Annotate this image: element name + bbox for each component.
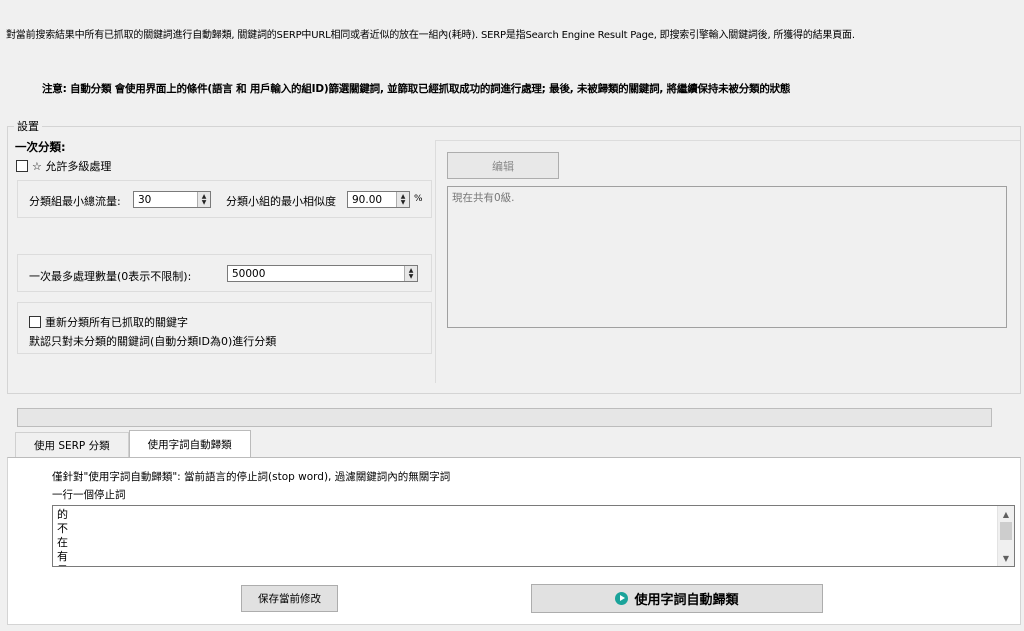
stopword-line: 的	[57, 508, 68, 521]
spin-arrows-icon[interactable]: ▲ ▼	[197, 192, 210, 207]
checkbox-box[interactable]	[16, 160, 28, 172]
notice-text: 注意: 自動分類 會使用界面上的條件(語言 和 用戶輸入的組ID)篩選關鍵詞, …	[42, 83, 791, 95]
save-changes-button[interactable]: 保存當前修改	[241, 585, 338, 612]
min-traffic-stepper[interactable]: 30 ▲ ▼	[133, 191, 211, 208]
tab-word-classify[interactable]: 使用字詞自動歸類	[128, 430, 251, 458]
stopwords-textarea[interactable]: 的 不 在 有 是 ▲ ▼	[52, 505, 1015, 567]
max-process-value[interactable]: 50000	[228, 268, 404, 280]
levels-text: 現在共有0級.	[452, 192, 515, 204]
progress-bar	[17, 408, 992, 427]
spin-arrows-icon[interactable]: ▲ ▼	[396, 192, 409, 207]
edit-button[interactable]: 编辑	[447, 152, 559, 179]
checkbox-box[interactable]	[29, 316, 41, 328]
tab-bar: 使用 SERP 分類 使用字詞自動歸類	[15, 430, 251, 458]
scroll-thumb[interactable]	[1000, 522, 1012, 540]
min-similarity-label: 分類小組的最小相似度	[226, 195, 336, 208]
first-class-title: 一次分類:	[15, 140, 66, 154]
reclassify-checkbox[interactable]: 重新分類所有已抓取的關鍵字	[29, 314, 188, 330]
reclassify-label: 重新分類所有已抓取的關鍵字	[45, 316, 188, 329]
intro-text: 對當前搜索結果中所有已抓取的關鍵詞進行自動歸類, 關鍵詞的SERP中URL相同或…	[6, 30, 855, 41]
stopword-line: 是	[57, 564, 68, 566]
max-process-stepper[interactable]: 50000 ▲ ▼	[227, 265, 418, 282]
min-traffic-value[interactable]: 30	[134, 194, 197, 206]
stopword-tip: 僅針對"使用字詞自動歸類": 當前語言的停止詞(stop word), 過濾關鍵…	[52, 471, 451, 483]
settings-legend: 設置	[14, 118, 42, 134]
stopwords-lines: 的 不 在 有 是	[57, 508, 68, 566]
max-process-label: 一次最多處理數量(0表示不限制):	[29, 270, 192, 283]
auto-classify-button[interactable]: 使用字詞自動歸類	[531, 584, 823, 613]
stopword-line: 不	[57, 522, 68, 535]
min-traffic-label: 分類組最小總流量:	[29, 195, 121, 208]
levels-textbox[interactable]: 現在共有0級.	[447, 186, 1007, 328]
default-note: 默認只對未分類的關鍵詞(自動分類ID為0)進行分類	[29, 335, 277, 348]
scroll-up-icon[interactable]: ▲	[998, 506, 1014, 522]
stopword-line: 在	[57, 536, 68, 549]
stopword-line: 有	[57, 550, 68, 563]
allow-multi-level-checkbox[interactable]: ☆ 允許多級處理	[16, 158, 111, 174]
min-similarity-value[interactable]: 90.00	[348, 194, 396, 206]
spin-arrows-icon[interactable]: ▲ ▼	[404, 266, 417, 281]
tab-serp-classify[interactable]: 使用 SERP 分類	[15, 432, 129, 458]
stopword-format-tip: 一行一個停止詞	[52, 489, 126, 501]
scroll-down-icon[interactable]: ▼	[998, 550, 1014, 566]
percent-label: %	[414, 194, 423, 204]
allow-multi-level-label: ☆ 允許多級處理	[32, 160, 112, 173]
auto-classify-label: 使用字詞自動歸類	[634, 593, 739, 608]
play-icon	[615, 592, 629, 605]
vertical-scrollbar[interactable]: ▲ ▼	[997, 506, 1014, 566]
min-similarity-stepper[interactable]: 90.00 ▲ ▼	[347, 191, 410, 208]
